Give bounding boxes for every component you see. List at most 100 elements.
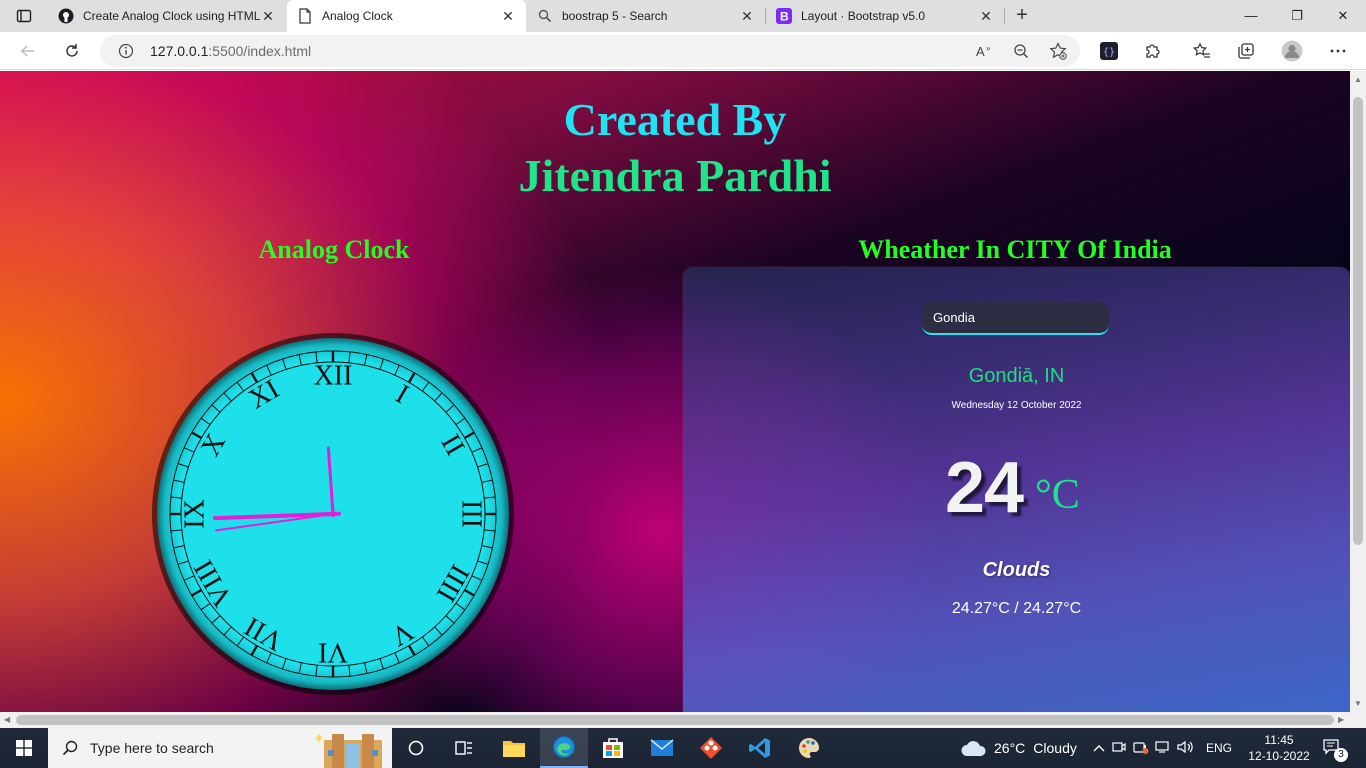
extension-button[interactable]: {} [1095, 37, 1123, 65]
sourcetree-icon [700, 737, 722, 759]
tab-label: boostrap 5 - Search [562, 9, 668, 23]
weather-city: Gondiā, IN [968, 365, 1065, 387]
svg-text:A: A [976, 44, 985, 59]
scroll-up-icon[interactable]: ▲ [1354, 75, 1362, 84]
zoom-out-icon[interactable] [1013, 43, 1029, 64]
search-highlight-image [314, 730, 392, 768]
svg-text:B: B [780, 10, 789, 24]
clock-center-pin [330, 511, 336, 517]
tab-separator [1004, 8, 1005, 24]
refresh-button[interactable] [58, 37, 86, 65]
taskbar-search-box[interactable]: Type here to search [48, 728, 392, 768]
tab-actions-button[interactable] [8, 4, 40, 28]
cloud-icon [961, 741, 986, 756]
tab-bootstrap-search[interactable]: boostrap 5 - Search ✕ [527, 0, 765, 32]
horizontal-scroll-thumb[interactable] [16, 715, 1334, 725]
bootstrap-icon: B [776, 8, 792, 24]
tab-label: Create Analog Clock using HTML [83, 9, 260, 23]
folder-icon [503, 741, 525, 757]
weather-temperature: 24 [945, 448, 1024, 528]
notification-center-button[interactable]: 3 [1322, 738, 1348, 762]
edge-browser-button[interactable] [540, 728, 588, 768]
file-explorer-button[interactable] [490, 728, 538, 768]
weather-condition: Clouds [982, 559, 1051, 581]
start-button[interactable] [0, 728, 48, 768]
mail-button[interactable] [638, 728, 686, 768]
maximize-button[interactable]: ❐ [1274, 0, 1320, 32]
taskbar-weather[interactable]: 26°C Cloudy [960, 728, 1077, 768]
collections-button[interactable] [1232, 37, 1260, 65]
vertical-scroll-thumb[interactable] [1353, 97, 1363, 545]
read-aloud-icon[interactable]: A» [976, 43, 994, 64]
svg-text:»: » [986, 44, 991, 53]
taskbar-clock[interactable]: 11:45 12-10-2022 [1240, 732, 1318, 764]
notification-count: 3 [1334, 748, 1348, 762]
clock-numeral: XII [314, 361, 353, 392]
city-search-input[interactable]: Gondia [922, 302, 1109, 335]
favorites-button[interactable] [1188, 37, 1216, 65]
horizontal-scrollbar[interactable]: ◀ ▶ [0, 712, 1350, 728]
paint-app-button[interactable] [785, 728, 833, 768]
vertical-scrollbar[interactable]: ▲ ▼ [1350, 71, 1366, 712]
url-path: :5500/index.html [208, 43, 312, 59]
close-tab-icon[interactable]: ✕ [260, 8, 276, 25]
scroll-right-icon[interactable]: ▶ [1338, 715, 1344, 724]
edge-icon [553, 736, 575, 758]
extension-bracket-icon: {} [1100, 42, 1118, 60]
meet-now-icon[interactable] [1112, 740, 1126, 757]
widgets-button[interactable] [440, 728, 488, 768]
network-icon[interactable] [1155, 740, 1171, 757]
close-window-button[interactable]: ✕ [1320, 0, 1366, 32]
info-icon[interactable] [118, 43, 134, 64]
svg-text:{}: {} [1103, 47, 1115, 58]
taskbar-date: 12-10-2022 [1248, 749, 1310, 763]
taskbar-weather-text: Cloudy [1033, 740, 1077, 756]
task-view-button[interactable] [392, 728, 440, 768]
browser-toolbar: 127.0.0.1:5500/index.html A» {} [0, 32, 1366, 70]
tab-actions-icon [16, 9, 32, 23]
collections-icon [1238, 43, 1254, 59]
microsoft-store-button[interactable] [589, 728, 637, 768]
page-title-line2: Jitendra Pardhi [518, 150, 832, 201]
tab-analog-clock[interactable]: Analog Clock ✕ [287, 0, 526, 32]
add-favorite-icon[interactable] [1049, 42, 1067, 65]
vscode-button[interactable] [736, 728, 784, 768]
more-icon [1330, 49, 1346, 53]
minimize-button[interactable]: — [1228, 0, 1274, 32]
close-tab-icon[interactable]: ✕ [500, 8, 516, 25]
widgets-icon [455, 741, 472, 755]
close-tab-icon[interactable]: ✕ [978, 8, 994, 25]
refresh-icon [66, 44, 78, 57]
windows-icon [16, 740, 32, 756]
search-icon [62, 740, 78, 756]
battery-icon[interactable] [1133, 740, 1149, 757]
taskbar-weather-temp: 26°C [994, 740, 1026, 756]
git-app-button[interactable] [687, 728, 735, 768]
profile-button[interactable] [1278, 37, 1306, 65]
new-tab-button[interactable]: + [1010, 4, 1034, 28]
clock-numeral: III [456, 500, 487, 528]
settings-menu-button[interactable] [1324, 37, 1352, 65]
extensions-button[interactable] [1139, 37, 1167, 65]
taskbar: Type here to search 26°C Cloudy ENG 11:4… [0, 728, 1366, 768]
back-button[interactable] [14, 37, 42, 65]
clock-numeral: IX [180, 499, 211, 529]
scroll-down-icon[interactable]: ▼ [1354, 699, 1362, 708]
store-icon [603, 738, 623, 758]
address-bar[interactable]: 127.0.0.1:5500/index.html A» [100, 35, 1080, 67]
clock-heading: Analog Clock [258, 235, 410, 264]
language-indicator[interactable]: ENG [1206, 741, 1232, 755]
github-icon [58, 8, 74, 24]
weather-min-max: 24.27°C / 24.27°C [951, 600, 1082, 617]
task-view-icon [408, 740, 424, 756]
taskbar-search-placeholder: Type here to search [90, 740, 214, 756]
tab-bootstrap-layout[interactable]: B Layout · Bootstrap v5.0 ✕ [766, 0, 1004, 32]
url-text: 127.0.0.1:5500/index.html [150, 43, 311, 59]
close-tab-icon[interactable]: ✕ [739, 8, 755, 25]
chevron-up-icon[interactable] [1092, 741, 1106, 755]
volume-icon[interactable] [1177, 740, 1195, 757]
search-icon [537, 8, 553, 24]
system-tray: ENG [1092, 728, 1232, 768]
scroll-left-icon[interactable]: ◀ [4, 715, 10, 724]
tab-create-analog-clock[interactable]: Create Analog Clock using HTML ✕ [48, 0, 286, 32]
